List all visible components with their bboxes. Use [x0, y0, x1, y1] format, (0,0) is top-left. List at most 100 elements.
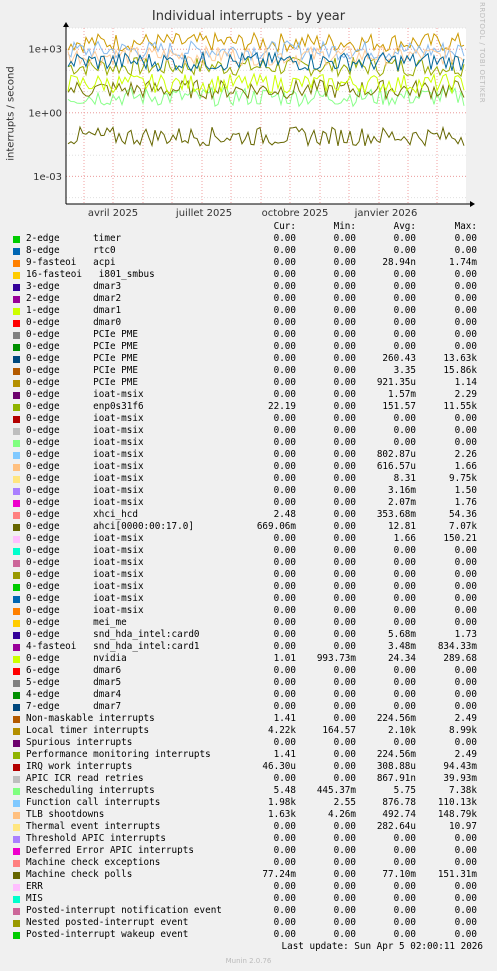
- min-value: 0.00: [333, 701, 356, 712]
- cur-value: 0.00: [273, 377, 296, 388]
- series-name: 0-edge xhci_hcd: [26, 509, 138, 520]
- series-swatch: [13, 644, 20, 651]
- cur-value: 0.00: [273, 905, 296, 916]
- avg-value: 24.34: [388, 653, 416, 664]
- x-tick-label: juillet 2025: [175, 208, 232, 219]
- min-value: 0.00: [333, 401, 356, 412]
- avg-value: 0.00: [393, 581, 416, 592]
- cur-value: 0.00: [273, 701, 296, 712]
- max-value: 0.00: [454, 569, 477, 580]
- max-value: 0.00: [454, 929, 477, 940]
- cur-value: 0.00: [273, 677, 296, 688]
- avg-value: 0.00: [393, 413, 416, 424]
- min-value: 0.00: [333, 485, 356, 496]
- cur-value: 0.00: [273, 617, 296, 628]
- series-swatch: [13, 380, 20, 387]
- series-name: APIC ICR read retries: [26, 773, 144, 784]
- series-name: 4-edge dmar4: [26, 689, 122, 700]
- min-value: 0.00: [333, 833, 356, 844]
- legend-row: APIC ICR read retries 0.00 0.00 867.91n 39.9…: [0, 773, 497, 785]
- min-value: 164.57: [322, 725, 356, 736]
- legend-row: Machine check exceptions 0.00 0.00 0.00 0.00: [0, 857, 497, 869]
- cur-value: 0.00: [273, 425, 296, 436]
- avg-value: 77.10m: [382, 869, 416, 880]
- x-axis-arrow: [470, 201, 475, 207]
- legend-row: Posted-interrupt wakeup event 0.00 0.00 0.0…: [0, 929, 497, 941]
- avg-value: 0.00: [393, 269, 416, 280]
- series-swatch: [13, 812, 20, 819]
- max-value: 11.55k: [443, 401, 477, 412]
- min-value: 0.00: [333, 449, 356, 460]
- cur-value: 0.00: [273, 485, 296, 496]
- min-value: 0.00: [333, 581, 356, 592]
- legend-row: Posted-interrupt notification event 0.00 0…: [0, 905, 497, 917]
- min-value: 0.00: [333, 413, 356, 424]
- legend-row: Rescheduling interrupts 5.48 445.37m 5.75 7.…: [0, 785, 497, 797]
- cur-value: 0.00: [273, 893, 296, 904]
- legend-row: 0-edge snd_hda_intel:card0 0.00 0.00 5.68m 1…: [0, 629, 497, 641]
- cur-value: 0.00: [273, 305, 296, 316]
- series-name: 3-edge dmar3: [26, 281, 122, 292]
- min-value: 0.00: [333, 281, 356, 292]
- cur-value: 5.48: [273, 785, 296, 796]
- series-swatch: [13, 728, 20, 735]
- avg-value: 0.00: [393, 677, 416, 688]
- series-swatch: [13, 896, 20, 903]
- series-name: 0-edge ioat-msix: [26, 413, 144, 424]
- max-value: 0.00: [454, 317, 477, 328]
- cur-value: 0.00: [273, 605, 296, 616]
- series-swatch: [13, 884, 20, 891]
- legend-row: TLB shootdowns 1.63k 4.26m 492.74 148.79k: [0, 809, 497, 821]
- avg-value: 0.00: [393, 833, 416, 844]
- min-value: 0.00: [333, 617, 356, 628]
- series-name: 0-edge ioat-msix: [26, 497, 144, 508]
- munin-version: Munin 2.0.76: [225, 957, 272, 965]
- avg-value: 151.57: [382, 401, 416, 412]
- min-value: 993.73m: [316, 653, 356, 664]
- series-name: ERR: [26, 881, 43, 892]
- series-name: 0-edge ioat-msix: [26, 485, 144, 496]
- series-name: 0-edge PCIe PME: [26, 341, 138, 352]
- max-value: 0.00: [454, 413, 477, 424]
- min-value: 445.37m: [316, 785, 356, 796]
- cur-value: 0.00: [273, 845, 296, 856]
- avg-value: 0.00: [393, 893, 416, 904]
- max-value: 0.00: [454, 881, 477, 892]
- min-value: 0.00: [333, 605, 356, 616]
- legend-row: 0-edge ioat-msix 0.00 0.00 3.16m 1.50: [0, 485, 497, 497]
- max-value: 0.00: [454, 689, 477, 700]
- legend-row: 0-edge PCIe PME 0.00 0.00 921.35u 1.14: [0, 377, 497, 389]
- series-swatch: [13, 452, 20, 459]
- series-name: 9-fasteoi acpi: [26, 257, 116, 268]
- min-value: 0.00: [333, 857, 356, 868]
- avg-value: 5.75: [393, 785, 416, 796]
- max-value: 0.00: [454, 605, 477, 616]
- chart-plot: 1e+03 1e+00 1e-03 avril 2025 juillet 2025 oc…: [28, 22, 475, 219]
- cur-value: 1.63k: [268, 809, 296, 820]
- max-value: 94.43m: [443, 761, 477, 772]
- series-swatch: [13, 692, 20, 699]
- legend-row: 0-edge ioat-msix 0.00 0.00 2.07m 1.76: [0, 497, 497, 509]
- avg-value: 616.57u: [376, 461, 416, 472]
- series-name: Performance monitoring interrupts: [26, 749, 211, 760]
- avg-value: 224.56m: [376, 749, 416, 760]
- avg-value: 0.00: [393, 605, 416, 616]
- max-value: 54.36: [449, 509, 477, 520]
- avg-value: 0.00: [393, 737, 416, 748]
- legend-row: Local timer interrupts 4.22k 164.57 2.10k 8.…: [0, 725, 497, 737]
- avg-value: 224.56m: [376, 713, 416, 724]
- legend-row: 3-edge dmar3 0.00 0.00 0.00 0.00: [0, 281, 497, 293]
- min-value: 0.00: [333, 317, 356, 328]
- cur-value: 0.00: [273, 329, 296, 340]
- avg-value: 0.00: [393, 317, 416, 328]
- cur-value: 0.00: [273, 281, 296, 292]
- cur-value: 0.00: [273, 545, 296, 556]
- max-value: 0.00: [454, 893, 477, 904]
- min-value: 0.00: [333, 665, 356, 676]
- series-swatch: [13, 860, 20, 867]
- min-value: 0.00: [333, 677, 356, 688]
- series-swatch: [13, 716, 20, 723]
- series-swatch: [13, 236, 20, 243]
- avg-value: 28.94n: [382, 257, 416, 268]
- legend-row: 2-edge dmar2 0.00 0.00 0.00 0.00: [0, 293, 497, 305]
